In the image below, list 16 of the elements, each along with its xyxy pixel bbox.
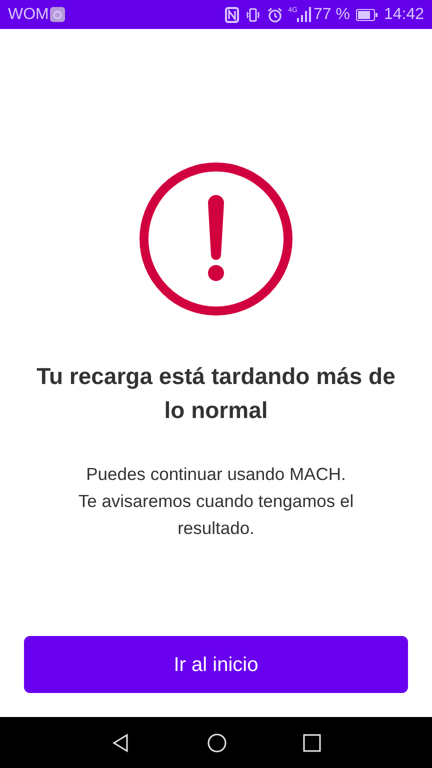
alert-title: Tu recarga está tardando más de lo normal — [36, 362, 396, 425]
battery-icon — [356, 8, 378, 20]
vibrate-icon — [245, 6, 262, 22]
clock-time: 14:42 — [384, 4, 424, 24]
recents-icon[interactable] — [303, 734, 321, 752]
home-button[interactable]: Ir al inicio — [24, 636, 408, 693]
alarm-icon — [267, 6, 284, 22]
nfc-icon — [225, 6, 240, 22]
home-icon[interactable] — [207, 732, 227, 752]
alert-message: Puedes continuar usando MACH. Te avisaremos cuando tengamos el resultado. — [77, 463, 355, 540]
app-icon — [50, 7, 65, 22]
warning-icon — [138, 161, 294, 317]
carrier-name: WOM — [8, 4, 49, 24]
signal-icon — [297, 7, 312, 22]
back-icon[interactable] — [111, 732, 131, 752]
battery-percent: 77 % — [313, 4, 350, 24]
